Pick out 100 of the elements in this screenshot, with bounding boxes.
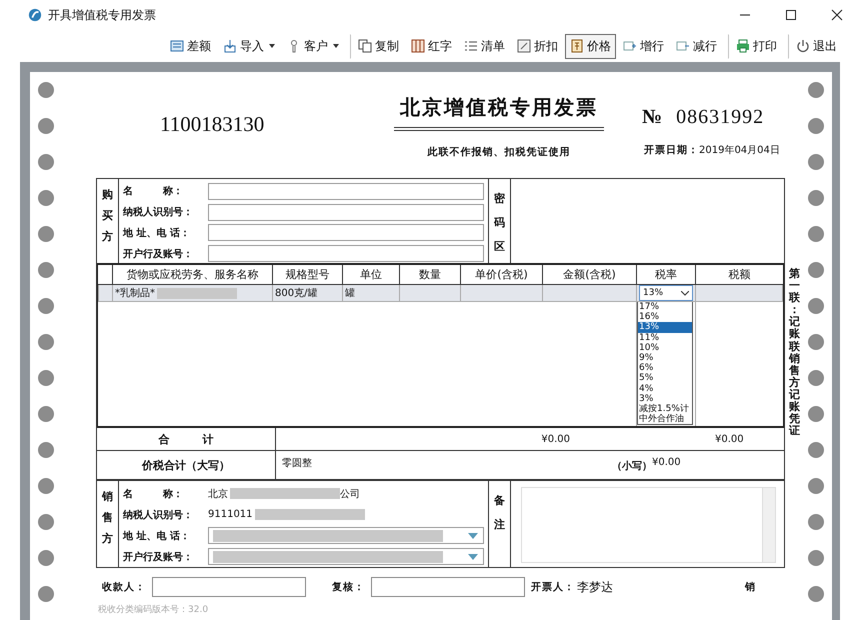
import-icon	[223, 39, 237, 53]
reviewer-field[interactable]	[371, 577, 525, 597]
toolbar-button[interactable]: 增行	[618, 34, 669, 58]
punch-hole	[38, 262, 54, 278]
amount-in-words: 零圆整	[282, 457, 312, 470]
dropdown-option[interactable]: 13%	[638, 322, 692, 333]
field-label: 名 称：	[123, 488, 184, 500]
table-cell: 800克/罐	[272, 284, 342, 302]
punch-hole	[38, 118, 54, 134]
dropdown-option[interactable]: 10%	[638, 342, 692, 354]
invoice-date: 2019年04月04日	[699, 144, 780, 157]
rate-select[interactable]: 13%	[639, 285, 693, 301]
punch-hole	[808, 586, 824, 602]
drawer-label: 开票人：	[531, 580, 575, 594]
grand-total-label: 价税合计（大写）	[97, 451, 276, 479]
remove-row-icon	[676, 39, 690, 53]
punch-hole	[808, 190, 824, 206]
grid-icon	[411, 39, 425, 53]
toolbar-button[interactable]: 减行	[671, 34, 722, 58]
toolbar-button[interactable]: 价格	[565, 34, 616, 58]
payee-field[interactable]	[152, 577, 306, 597]
app-logo-icon	[28, 8, 42, 22]
toolbar-button[interactable]: 客户	[282, 34, 344, 58]
buyer-label: 购买方	[97, 179, 119, 263]
input-field[interactable]	[208, 224, 484, 242]
punch-hole	[38, 514, 54, 530]
dropdown-option[interactable]: 3%	[638, 394, 692, 404]
close-icon	[831, 9, 843, 21]
input-field[interactable]	[208, 182, 484, 200]
field-label: 纳税人识别号：	[123, 508, 194, 522]
dropdown-option[interactable]: 11%	[638, 332, 692, 343]
punch-hole	[808, 478, 824, 494]
toolbar-button[interactable]: 打印	[728, 34, 782, 58]
punch-hole	[38, 154, 54, 170]
toolbar-button[interactable]: 折扣	[512, 34, 563, 58]
table-cell: 罐	[342, 284, 400, 302]
power-icon	[796, 39, 810, 53]
toolbar-button[interactable]: 清单	[459, 34, 510, 58]
punch-hole	[808, 154, 824, 170]
punch-hole	[808, 370, 824, 386]
punch-hole	[38, 226, 54, 242]
dropdown-option[interactable]: 17%	[638, 302, 692, 312]
input-field[interactable]	[208, 204, 484, 221]
list-icon	[464, 39, 478, 53]
total-amount: ¥0.00	[541, 434, 570, 444]
punch-hole	[38, 370, 54, 386]
dropdown-option[interactable]: 16%	[638, 312, 692, 322]
dropdown-option[interactable]: 9%	[638, 353, 692, 364]
punch-hole	[38, 298, 54, 314]
scrollbar[interactable]	[762, 488, 775, 562]
punch-hole	[38, 406, 54, 422]
field-label: 开户行及账号：	[123, 247, 194, 261]
punch-hole	[38, 82, 54, 98]
dropdown-arrow-icon	[468, 554, 478, 560]
punch-hole	[38, 190, 54, 206]
field-value: 9111011	[208, 509, 253, 520]
reviewer-label: 复核：	[332, 580, 365, 594]
punch-hole	[38, 586, 54, 602]
maximize-icon	[785, 9, 797, 21]
drawer-name: 李梦达	[577, 578, 613, 596]
toolbar-button[interactable]: 红字	[406, 34, 457, 58]
toolbar-button[interactable]: 差额	[165, 34, 216, 58]
punch-hole	[808, 514, 824, 530]
field-label: 名 称：	[123, 184, 184, 198]
printer-icon	[736, 39, 750, 53]
small-amount-label: （小写）	[612, 460, 652, 473]
total-label: 合 计	[97, 428, 276, 450]
discount-icon	[517, 39, 531, 53]
field-label: 纳税人识别号：	[123, 206, 194, 220]
remarks-field[interactable]	[521, 487, 776, 563]
number-sign: №	[642, 106, 662, 129]
toolbar-button[interactable]: 退出	[788, 34, 842, 58]
add-row-icon	[623, 39, 637, 53]
select-field[interactable]	[208, 527, 484, 544]
punch-hole	[808, 550, 824, 566]
seller-label: 销售方	[97, 481, 119, 567]
dropdown-option[interactable]: 4%	[638, 384, 692, 394]
dropdown-option[interactable]: 6%	[638, 363, 692, 374]
field-label: 地 址、电 话：	[123, 226, 191, 240]
window-title: 开具增值税专用发票	[48, 6, 156, 24]
dropdown-arrow-icon	[468, 532, 478, 538]
caret-icon	[333, 44, 339, 48]
input-field[interactable]	[208, 245, 484, 262]
chevron-icon	[681, 290, 689, 296]
remarks-label: 备注	[488, 481, 511, 567]
invoice-note: 此联不作报销、扣税凭证使用	[428, 146, 570, 159]
punch-hole	[808, 298, 824, 314]
price-icon	[570, 39, 584, 53]
punch-hole	[808, 442, 824, 458]
total-tax: ¥0.00	[715, 434, 744, 444]
toolbar-button[interactable]: 导入	[218, 34, 280, 58]
punch-hole	[38, 442, 54, 458]
toolbar-button[interactable]: 复制	[350, 34, 404, 58]
dropdown-option[interactable]: 5%	[638, 373, 692, 384]
password-area-label: 密码区	[488, 179, 511, 263]
field-label: 开户行及账号：	[123, 550, 194, 564]
payee-label: 收款人：	[102, 580, 146, 594]
punch-hole	[808, 262, 824, 278]
select-field[interactable]	[208, 548, 484, 565]
seller-sign-label: 销	[745, 580, 756, 594]
